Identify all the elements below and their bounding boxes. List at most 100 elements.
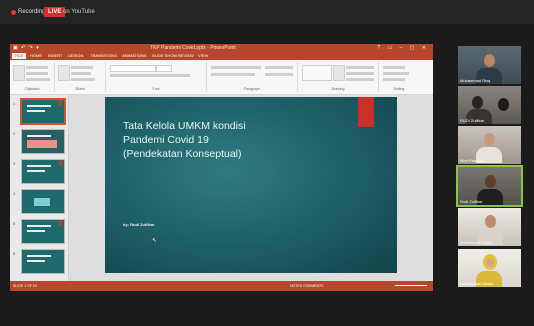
thumbnail-table: [27, 140, 57, 148]
shape-effects-button[interactable]: [346, 78, 374, 81]
slide-count: SLIDE 1 OF 10: [13, 284, 37, 288]
participant-tile[interactable]: Mahenyra Puspita: [458, 208, 521, 246]
slide-author[interactable]: by: Rudi Zulfikar: [123, 222, 155, 227]
copy-button[interactable]: [26, 72, 48, 75]
thumbnail-diagram: [34, 198, 50, 206]
tab-transitions[interactable]: TRANSITIONS: [90, 53, 117, 59]
recording-bar: Recording LIVE on YouTube: [0, 0, 534, 24]
clipboard-group: Clipboard: [10, 62, 55, 92]
platform-label: on YouTube: [63, 9, 95, 15]
section-button[interactable]: [71, 78, 95, 81]
thumbnail-title-line: [27, 105, 51, 107]
participant-head: [484, 133, 495, 146]
editing-group-label: Editing: [393, 87, 405, 91]
participant-name: Mahenyra Puspita: [460, 240, 493, 245]
participant-tile[interactable]: Nurlaelasari Helda: [458, 249, 521, 287]
participant-head: [472, 96, 483, 109]
tab-review[interactable]: REVIEW: [178, 53, 194, 59]
mouse-cursor-icon: ↖: [152, 238, 158, 244]
thumbnail-accent: [59, 160, 62, 166]
tab-file[interactable]: FILE: [12, 53, 27, 59]
format-painter-button[interactable]: [26, 78, 50, 81]
slide-editing-area: Tata Kelola UMKM kondisi Pandemi Covid 1…: [69, 95, 433, 281]
tab-design[interactable]: DESIGN: [68, 53, 83, 59]
quick-access-toolbar[interactable]: ▣ ↶ ↷ ▾: [13, 45, 40, 51]
slides-group: Slides: [55, 62, 106, 92]
recording-label: Recording: [18, 9, 46, 15]
tab-insert[interactable]: INSERT: [48, 53, 63, 59]
cut-button[interactable]: [26, 66, 48, 69]
slide-number: 6: [13, 251, 16, 256]
participant-tile-active-speaker[interactable]: Rudi Zulfikar: [456, 165, 523, 207]
tab-animations[interactable]: ANIMATIONS: [122, 53, 147, 59]
text-direction-button[interactable]: [265, 66, 293, 69]
participant-name: RUDI Zulfikar: [460, 118, 485, 123]
paragraph-group-label: Paragraph: [243, 87, 261, 91]
slide-thumbnails-pane: 1 2 3 4 5 6: [10, 95, 69, 281]
participant-head: [485, 215, 496, 228]
participant-head: [485, 175, 496, 188]
notes-comments[interactable]: NOTES COMMENTS: [290, 283, 323, 289]
tab-slide-show[interactable]: SLIDE SHOW: [152, 53, 177, 59]
participant-name: Muhammad Rizq: [460, 78, 491, 83]
slide-thumbnail[interactable]: 2: [13, 129, 65, 154]
align-text-button[interactable]: [265, 73, 293, 76]
thumbnail-text-line: [27, 260, 45, 262]
thumbnail-text-line: [27, 230, 45, 232]
thumbnail-accent: [59, 220, 62, 226]
new-slide-button[interactable]: [58, 65, 70, 81]
thumbnail-text-line: [27, 110, 45, 112]
current-slide[interactable]: Tata Kelola UMKM kondisi Pandemi Covid 1…: [105, 97, 397, 273]
font-group-label: Font: [152, 87, 160, 91]
replace-button[interactable]: [383, 72, 409, 75]
shape-outline-button[interactable]: [346, 72, 374, 75]
ribbon-tabs: FILE HOME INSERT DESIGN TRANSITIONS ANIM…: [10, 52, 433, 60]
thumbnail-title-line: [27, 225, 51, 227]
select-button[interactable]: [383, 78, 405, 81]
slide-title[interactable]: Tata Kelola UMKM kondisi Pandemi Covid 1…: [123, 119, 323, 161]
shapes-gallery[interactable]: [302, 65, 332, 81]
slide-thumbnail[interactable]: 5: [13, 219, 65, 244]
slide-thumbnail[interactable]: 6: [13, 249, 65, 274]
status-bar: SLIDE 1 OF 10 NOTES COMMENTS: [10, 281, 433, 291]
layout-button[interactable]: [71, 66, 93, 69]
font-name-select[interactable]: [110, 65, 156, 72]
font-size-select[interactable]: [156, 65, 172, 72]
tab-home[interactable]: HOME: [30, 53, 42, 59]
ribbon: Clipboard Slides Font Paragraph Drawing …: [10, 60, 433, 95]
thumbnail-accent: [59, 100, 62, 106]
participant-head: [498, 98, 509, 111]
bullets-buttons[interactable]: [211, 66, 261, 69]
slide-number: 5: [13, 221, 16, 226]
slides-group-label: Slides: [75, 87, 85, 91]
shape-fill-button[interactable]: [346, 66, 374, 69]
editing-group: Editing: [379, 62, 419, 92]
participant-name: Mira Rahmani: [460, 158, 485, 163]
font-format-buttons[interactable]: [110, 74, 190, 77]
thumbnail-title-line: [27, 165, 51, 167]
slide-number: 1: [13, 101, 16, 106]
slide-thumbnail[interactable]: 3: [13, 159, 65, 184]
title-bar: ▣ ↶ ↷ ▾ TKP Pandemi Covid.pptx - PowerPo…: [10, 44, 433, 52]
find-button[interactable]: [383, 66, 405, 69]
tab-view[interactable]: VIEW: [198, 53, 208, 59]
reset-button[interactable]: [71, 72, 91, 75]
powerpoint-window: ▣ ↶ ↷ ▾ TKP Pandemi Covid.pptx - PowerPo…: [10, 44, 433, 291]
slide-thumbnail[interactable]: 1: [13, 98, 66, 125]
alignment-buttons[interactable]: [211, 73, 255, 76]
slide-red-accent: [358, 97, 374, 127]
participant-tile[interactable]: RUDI Zulfikar: [458, 86, 521, 124]
slide-number: 2: [13, 131, 16, 136]
thumbnail-text-line: [27, 170, 45, 172]
participant-tile[interactable]: Muhammad Rizq: [458, 46, 521, 84]
document-title: TKP Pandemi Covid.pptx - PowerPoint: [150, 45, 236, 51]
paste-button[interactable]: [13, 65, 25, 81]
window-controls[interactable]: ? ▭ – ▢ ✕: [377, 45, 429, 51]
participant-tile[interactable]: Mira Rahmani: [458, 126, 521, 164]
slide-thumbnail[interactable]: 4: [13, 189, 65, 214]
thumbnail-title-line: [27, 135, 51, 137]
zoom-slider[interactable]: [395, 285, 427, 286]
clipboard-group-label: Clipboard: [24, 87, 40, 91]
thumbnail-title-line: [27, 255, 51, 257]
arrange-button[interactable]: [333, 65, 345, 81]
